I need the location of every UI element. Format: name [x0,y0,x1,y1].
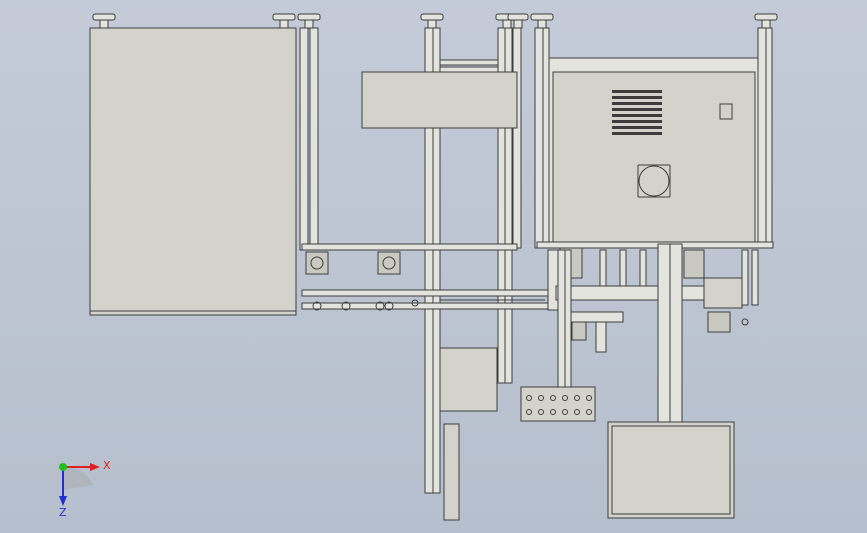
motors [305,251,401,275]
lower-box [439,347,498,412]
foot-8 [754,13,778,29]
cad-viewport[interactable]: X Z [0,0,867,533]
y-axis-dot [59,463,67,471]
x-axis-label: X [103,459,111,472]
top-beams [439,59,499,73]
top-block [361,71,518,129]
foot-7 [530,13,554,29]
base-plate [607,421,735,519]
right-mechanism [547,247,759,353]
lower-tall-plate [443,423,460,521]
machine-drawing: X Z [59,13,778,521]
foot-1 [92,13,116,29]
nozzle-plate [520,386,596,422]
foot-2 [272,13,296,29]
coordinate-triad: X Z [59,459,111,519]
left-cabinet [89,27,297,316]
foot-3 [297,13,321,29]
foot-4 [420,13,444,29]
leveling-feet [92,13,778,29]
control-cabinet [548,57,759,245]
z-axis-label: Z [59,506,67,519]
